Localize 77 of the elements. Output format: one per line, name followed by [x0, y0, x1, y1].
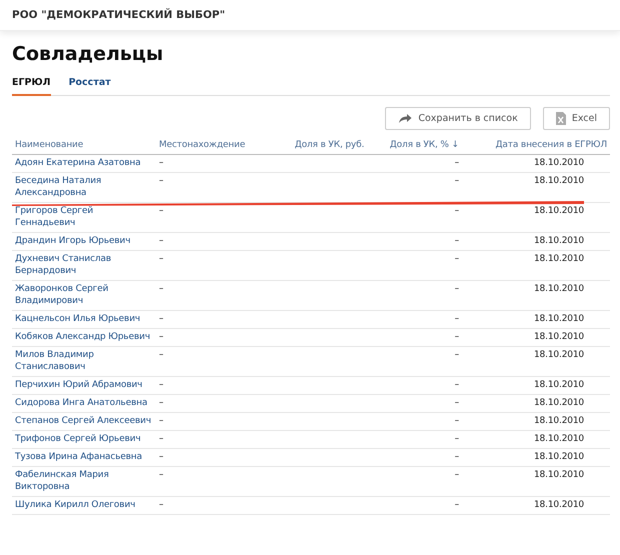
excel-button[interactable]: Excel [542, 107, 610, 130]
table-cell: 18.10.2010 [462, 328, 610, 346]
table-cell: – [156, 496, 272, 514]
table-cell: – [367, 328, 462, 346]
owner-link[interactable]: Шулика Кирилл Олегович [15, 499, 153, 511]
table-cell: 18.10.2010 [462, 232, 610, 250]
organization-title: РОО "ДЕМОКРАТИЧЕСКИЙ ВЫБОР" [12, 9, 226, 21]
owner-link[interactable]: Фабелинская Мария Викторовна [15, 469, 153, 493]
owner-link[interactable]: Адоян Екатерина Азатовна [15, 157, 153, 169]
table-cell: – [156, 430, 272, 448]
owner-link[interactable]: Жаворонков Сергей Владимирович [15, 283, 153, 307]
table-cell: 18.10.2010 [462, 346, 610, 376]
table-cell: – [156, 250, 272, 280]
spreadsheet-icon [556, 112, 566, 125]
table-cell: – [156, 346, 272, 376]
table-cell: – [156, 466, 272, 496]
table-cell: – [156, 376, 272, 394]
table-cell: 18.10.2010 [462, 448, 610, 466]
owner-link[interactable]: Тузова Ирина Афанасьевна [15, 451, 153, 463]
table-cell: – [156, 448, 272, 466]
column-header[interactable]: Дата внесения в ЕГРЮЛ [462, 136, 610, 154]
table-cell: 18.10.2010 [462, 280, 610, 310]
table-cell: – [156, 280, 272, 310]
table-cell: 18.10.2010 [462, 496, 610, 514]
table-cell: – [156, 154, 272, 172]
table-cell: – [156, 394, 272, 412]
column-header[interactable]: Доля в УК, руб. [272, 136, 368, 154]
table-cell: – [367, 394, 462, 412]
owner-link[interactable]: Сидорова Инга Анатольевна [15, 397, 153, 409]
table-cell: 18.10.2010 [462, 172, 610, 202]
table-cell: – [367, 376, 462, 394]
owner-link[interactable]: Трифонов Сергей Юрьевич [15, 433, 153, 445]
table-cell: – [156, 202, 272, 232]
table-cell: 18.10.2010 [462, 430, 610, 448]
table-cell: – [367, 430, 462, 448]
table-cell: – [367, 346, 462, 376]
table-cell: 18.10.2010 [462, 466, 610, 496]
table-cell: – [367, 466, 462, 496]
table-cell: 18.10.2010 [462, 376, 610, 394]
table-cell: – [156, 412, 272, 430]
owner-link[interactable]: Григоров Сергей Геннадьевич [15, 205, 153, 229]
owner-link[interactable]: Перчихин Юрий Абрамович [15, 379, 153, 391]
share-icon [398, 113, 412, 124]
table-cell: – [367, 310, 462, 328]
column-header[interactable]: Местонахождение [156, 136, 272, 154]
tab[interactable]: ЕГРЮЛ [12, 73, 51, 96]
table-cell: – [367, 412, 462, 430]
column-header[interactable]: Наименование [12, 136, 156, 154]
table-cell: 18.10.2010 [462, 202, 610, 232]
table-cell: – [367, 496, 462, 514]
table-cell: – [156, 328, 272, 346]
table-cell: – [156, 232, 272, 250]
table-cell: – [367, 232, 462, 250]
owner-link[interactable]: Милов Владимир Станиславович [15, 349, 153, 373]
page-title: Совладельцы [12, 43, 164, 65]
table-cell: 18.10.2010 [462, 394, 610, 412]
column-header[interactable]: Доля в УК, % ↓ [367, 136, 462, 154]
owner-link[interactable]: Кобяков Александр Юрьевич [15, 331, 153, 343]
table-cell: 18.10.2010 [462, 250, 610, 280]
tab[interactable]: Росстат [68, 73, 111, 96]
table-cell: – [367, 250, 462, 280]
owner-link[interactable]: Драндин Игорь Юрьевич [15, 235, 153, 247]
save-to-list-button[interactable]: Сохранить в список [385, 107, 531, 130]
table-cell: – [156, 172, 272, 202]
owner-link[interactable]: Кацнельсон Илья Юрьевич [15, 313, 153, 325]
table-cell: – [156, 310, 272, 328]
table-cell: 18.10.2010 [462, 412, 610, 430]
table-cell: – [367, 202, 462, 232]
table-cell: – [367, 154, 462, 172]
table-cell: – [367, 280, 462, 310]
table-cell: 18.10.2010 [462, 310, 610, 328]
owner-link[interactable]: Духневич Станислав Бернардович [15, 253, 153, 277]
table-cell: – [367, 172, 462, 202]
table-cell: 18.10.2010 [462, 154, 610, 172]
owner-link[interactable]: Степанов Сергей Алексеевич [15, 415, 153, 427]
owner-link[interactable]: Беседина Наталия Александровна [15, 175, 153, 199]
table-cell: – [367, 448, 462, 466]
